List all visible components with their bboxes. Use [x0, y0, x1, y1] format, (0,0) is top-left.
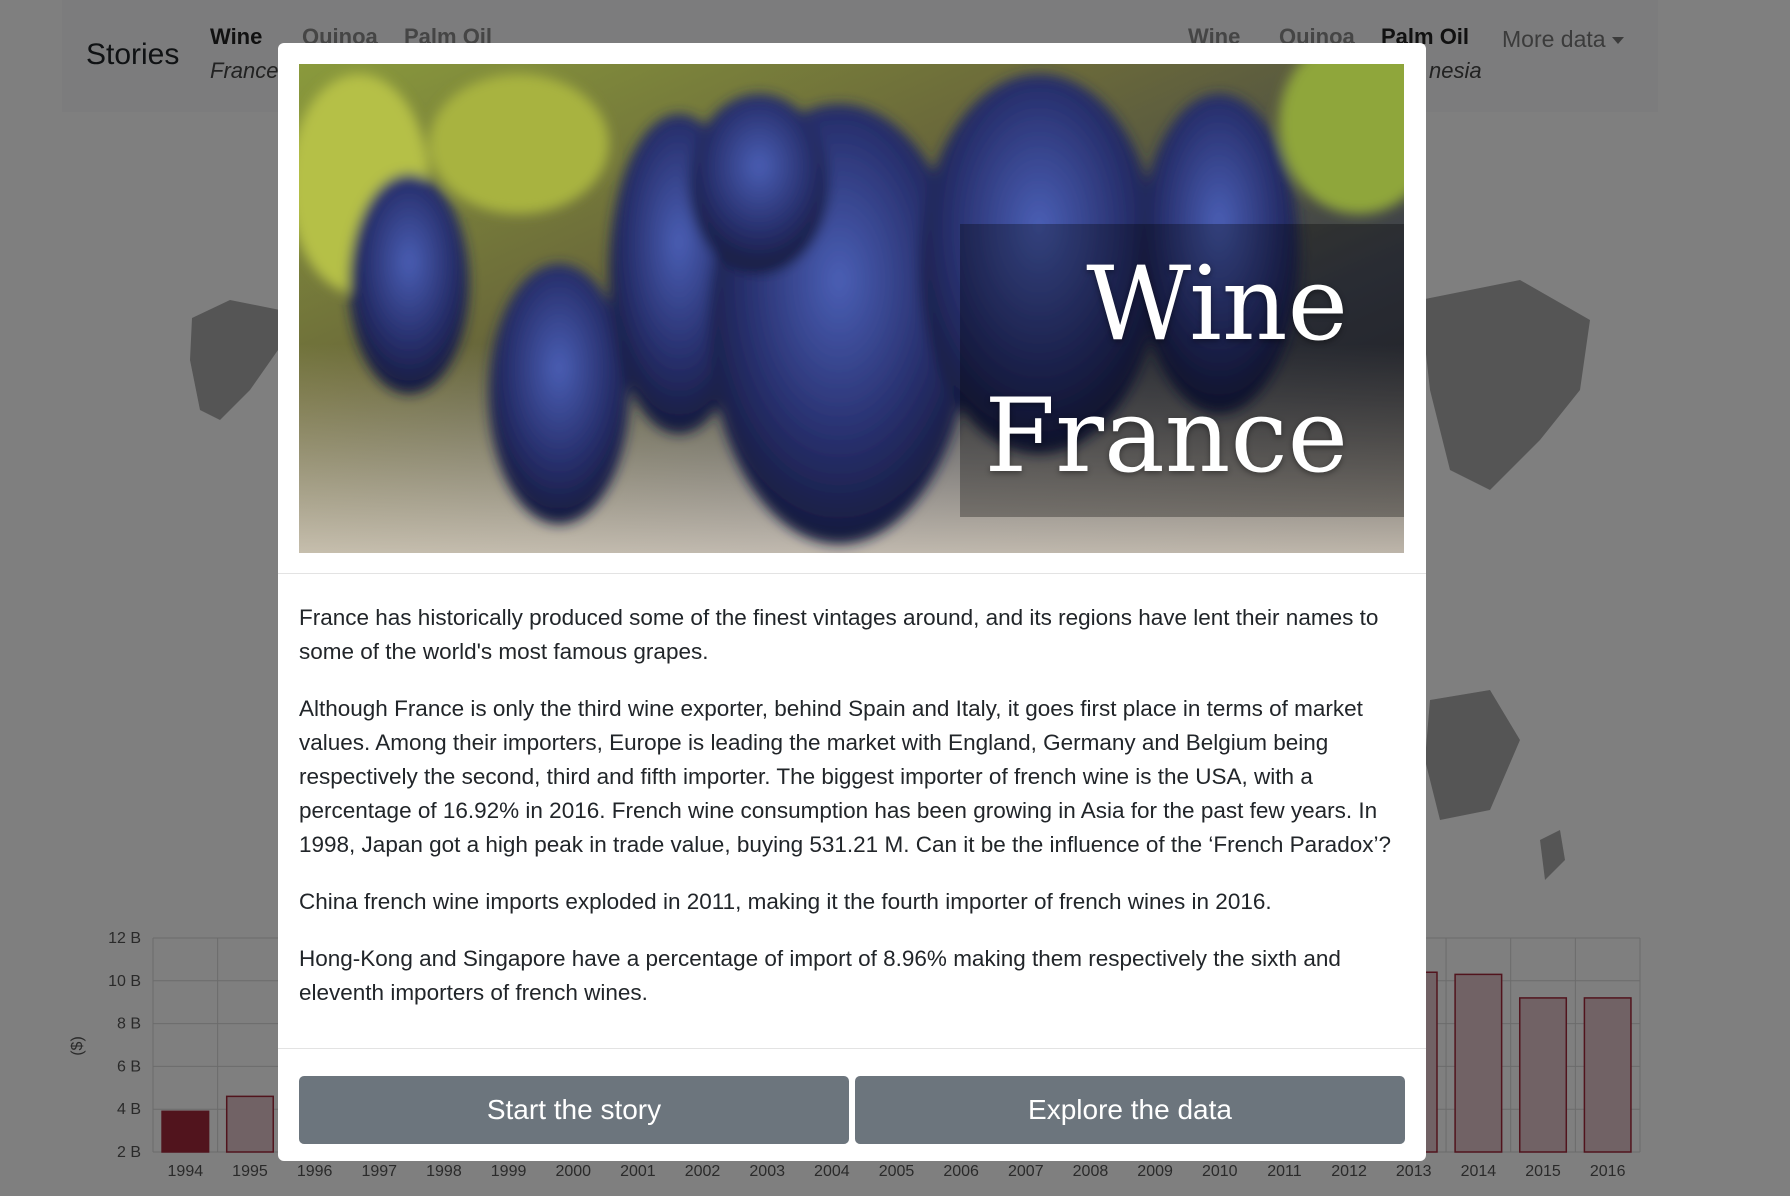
hero-image-grapes: Wine France — [299, 64, 1404, 553]
story-paragraph: China french wine imports exploded in 20… — [299, 889, 1272, 914]
story-intro-modal: Wine France France has historically prod… — [278, 43, 1426, 1161]
modal-footer: Start the story Explore the data — [278, 1048, 1426, 1161]
story-paragraph: France has historically produced some of… — [299, 605, 1379, 664]
story-paragraph: Although France is only the third wine e… — [299, 696, 1391, 857]
hero-title-country: France — [984, 377, 1348, 496]
hero-title-product: Wine — [1086, 245, 1348, 364]
story-paragraph: Hong-Kong and Singapore have a percentag… — [299, 946, 1341, 1005]
modal-body: France has historically produced some of… — [299, 601, 1409, 1033]
explore-data-button[interactable]: Explore the data — [855, 1076, 1405, 1144]
modal-header: Wine France — [278, 43, 1426, 574]
start-story-button[interactable]: Start the story — [299, 1076, 849, 1144]
